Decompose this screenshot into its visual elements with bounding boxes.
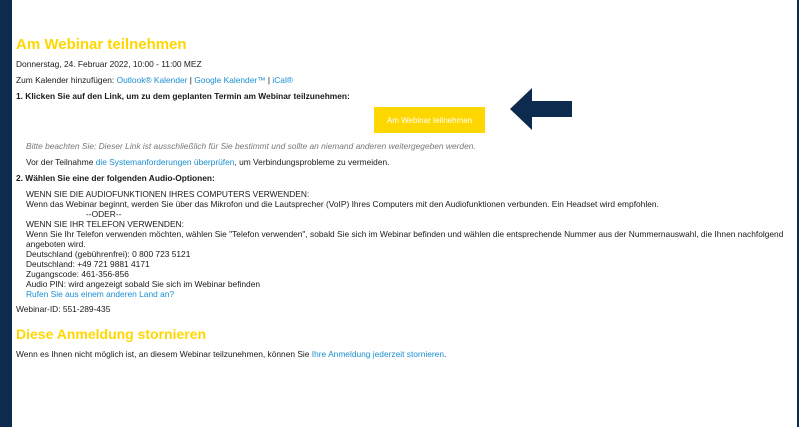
access-code: Zugangscode: 461-356-856 [26, 269, 129, 279]
audio-pin: Audio PIN: wird angezeigt sobald Sie sic… [26, 279, 261, 289]
step-2-heading: 2. Wählen Sie eine der folgenden Audio-O… [16, 173, 215, 183]
or-divider: --ODER-- [86, 209, 122, 219]
page-title: Am Webinar teilnehmen [16, 36, 187, 53]
ical-link[interactable]: iCal® [272, 75, 293, 85]
computer-audio-heading: WENN SIE DIE AUDIOFUNKTIONEN IHRES COMPU… [26, 189, 310, 199]
phone-audio-heading: WENN SIE IHR TELEFON VERWENDEN: [26, 219, 184, 229]
email-panel: Am Webinar teilnehmen Donnerstag, 24. Fe… [12, 0, 797, 427]
requirements-prefix: Vor der Teilnahme [26, 157, 96, 167]
cancel-prefix: Wenn es Ihnen nicht möglich ist, an dies… [16, 349, 312, 359]
computer-audio-text: Wenn das Webinar beginnt, werden Sie übe… [26, 199, 659, 209]
google-calendar-link[interactable]: Google Kalender™ [194, 75, 265, 85]
join-button-row: Am Webinar teilnehmen [16, 88, 796, 135]
cancel-heading: Diese Anmeldung stornieren [16, 326, 207, 342]
requirements-suffix: , um Verbindungsprobleme zu vermeiden. [234, 157, 390, 167]
cancel-registration-link[interactable]: Ihre Anmeldung jederzeit stornieren [312, 349, 444, 359]
step-1-heading: 1. Klicken Sie auf den Link, um zu dem g… [16, 91, 350, 101]
cancel-row: Wenn es Ihnen nicht möglich ist, an dies… [16, 349, 796, 360]
calendar-row: Zum Kalender hinzufügen: Outlook® Kalend… [16, 75, 796, 86]
cancel-suffix: . [444, 349, 447, 359]
phone-audio-text: Wenn Sie Ihr Telefon verwenden möchten, … [26, 229, 784, 249]
webinar-date: Donnerstag, 24. Februar 2022, 10:00 - 11… [16, 59, 202, 69]
link-note: Bitte beachten Sie: Dieser Link ist auss… [26, 141, 476, 151]
left-arrow-icon [510, 88, 572, 130]
audio-options: WENN SIE DIE AUDIOFUNKTIONEN IHRES COMPU… [26, 189, 796, 299]
outlook-calendar-link[interactable]: Outlook® Kalender [117, 75, 188, 85]
phone-number: Deutschland: +49 721 9881 4171 [26, 259, 150, 269]
email-content: Am Webinar teilnehmen Donnerstag, 24. Fe… [16, 36, 796, 365]
requirements-row: Vor der Teilnahme die Systemanforderunge… [26, 157, 796, 168]
phone-number-tollfree: Deutschland (gebührenfrei): 0 800 723 51… [26, 249, 191, 259]
calendar-prefix: Zum Kalender hinzufügen: [16, 75, 117, 85]
system-requirements-link[interactable]: die Systemanforderungen überprüfen [96, 157, 235, 167]
webinar-id: Webinar-ID: 551-289-435 [16, 304, 111, 314]
join-webinar-button[interactable]: Am Webinar teilnehmen [374, 107, 485, 133]
other-country-link[interactable]: Rufen Sie aus einem anderen Land an? [26, 289, 796, 299]
